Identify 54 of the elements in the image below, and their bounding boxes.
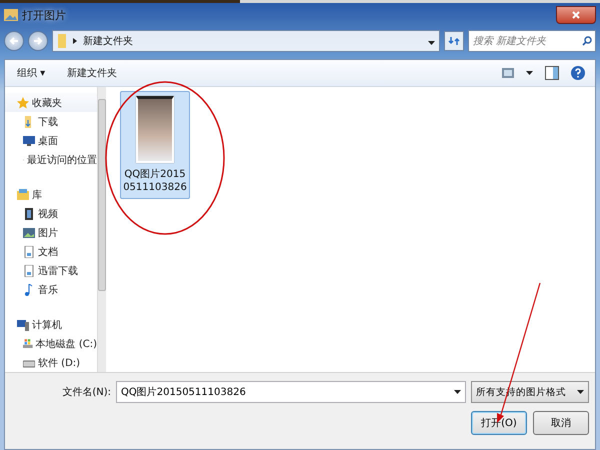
caret-icon (454, 390, 461, 394)
sidebar-item[interactable]: 图片 (5, 223, 97, 242)
close-button[interactable] (556, 6, 596, 24)
caret-icon (577, 390, 584, 394)
organize-menu[interactable]: 组织 ▾ (15, 64, 48, 82)
filename-field[interactable]: QQ图片20150511103826 (116, 381, 466, 403)
path-text: 新建文件夹 (83, 34, 133, 48)
computer-icon (17, 318, 29, 330)
music-note-icon (23, 284, 35, 296)
filename-label: 文件名(N): (62, 386, 111, 399)
sidebar-item[interactable]: 桌面 (5, 131, 97, 150)
sidebar-item[interactable]: 视频 (5, 204, 97, 223)
back-button[interactable] (4, 31, 24, 51)
caret-icon (428, 40, 435, 44)
library-folder-icon (17, 188, 29, 200)
photo-placeholder (136, 96, 174, 163)
preview-pane-icon[interactable] (545, 66, 559, 80)
picture-icon (23, 226, 35, 238)
sidebar-group[interactable]: 库 (5, 185, 97, 204)
chevron-right-icon (73, 38, 77, 44)
address-bar[interactable]: 新建文件夹 (52, 30, 440, 52)
forward-button[interactable] (28, 31, 48, 51)
caret-icon (526, 71, 533, 75)
sidebar-item[interactable]: 软件 (D:) (5, 353, 97, 372)
cancel-button[interactable]: 取消 (533, 411, 589, 435)
picture-icon (4, 9, 18, 21)
refresh-icon (448, 35, 460, 47)
sidebar-item[interactable]: 下载 (5, 112, 97, 131)
search-field[interactable]: 搜索 新建文件夹 (468, 30, 596, 52)
arrow-right-icon (33, 36, 43, 46)
drive-icon (23, 338, 33, 350)
sidebar-group[interactable]: 收藏夹 (5, 93, 97, 112)
monitor-icon (23, 134, 35, 146)
scrollbar[interactable] (97, 87, 106, 372)
sidebar-item[interactable]: 音乐 (5, 280, 97, 299)
sidebar-item[interactable]: 最近访问的位置 (5, 150, 97, 169)
view-icon[interactable] (502, 68, 514, 78)
document-icon (23, 264, 35, 276)
sidebar-group[interactable]: 计算机 (5, 315, 97, 334)
sidebar-item[interactable]: 迅雷下载 (5, 261, 97, 280)
star-icon (17, 96, 29, 108)
arrow-left-icon (9, 36, 19, 46)
search-icon (582, 36, 592, 46)
file-tile[interactable]: QQ图片20150511103826 (120, 91, 190, 199)
sidebar-item[interactable]: 本地磁盘 (C:) (5, 334, 97, 353)
help-icon[interactable] (571, 66, 585, 80)
new-folder-button[interactable]: 新建文件夹 (65, 64, 120, 82)
folder-icon (57, 34, 67, 48)
sidebar-item[interactable]: 文档 (5, 242, 97, 261)
document-icon (23, 246, 35, 258)
close-icon (572, 11, 580, 19)
refresh-button[interactable] (444, 31, 464, 51)
window-title: 打开图片 (22, 8, 66, 22)
film-icon (23, 208, 35, 220)
